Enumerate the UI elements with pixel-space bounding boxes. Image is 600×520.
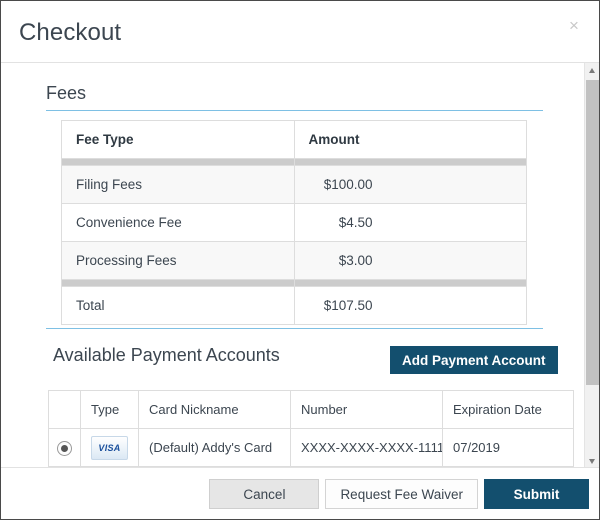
payment-col-select: [48, 390, 81, 429]
table-row: Convenience Fee $4.50: [61, 203, 527, 242]
fees-col-fee-type: Fee Type: [61, 120, 295, 159]
payment-table-header-row: Type Card Nickname Number Expiration Dat…: [48, 390, 574, 429]
fee-amount-value: $3.00: [338, 253, 373, 268]
fee-type-cell: Filing Fees: [61, 165, 295, 204]
table-row[interactable]: VISA (Default) Addy's Card XXXX-XXXX-XXX…: [48, 428, 574, 467]
dialog-body: Fees Fee Type Amount Filing Fees $100.00…: [1, 63, 599, 469]
dialog-footer: Cancel Request Fee Waiver Submit: [1, 467, 599, 519]
fees-total-separator: [61, 279, 527, 287]
fee-amount-value: $100.00: [323, 177, 373, 192]
fees-heading-rule: [46, 110, 543, 111]
total-amount-cell: $107.50: [293, 286, 527, 325]
vertical-scrollbar[interactable]: [584, 63, 599, 469]
fee-amount-cell: $3.00: [293, 241, 527, 280]
fees-col-amount: Amount: [293, 120, 527, 159]
fees-table-header-row: Fee Type Amount: [61, 120, 527, 159]
payment-col-number: Number: [290, 390, 443, 429]
submit-button[interactable]: Submit: [484, 479, 589, 509]
fees-total-row: Total $107.50: [61, 286, 527, 325]
fee-type-cell: Convenience Fee: [61, 203, 295, 242]
payment-nickname-cell: (Default) Addy's Card: [138, 428, 291, 467]
fee-amount-cell: $100.00: [293, 165, 527, 204]
fees-table: Fee Type Amount Filing Fees $100.00 Conv…: [61, 120, 527, 325]
payment-accounts-table: Type Card Nickname Number Expiration Dat…: [48, 390, 574, 467]
total-label-cell: Total: [61, 286, 295, 325]
payment-col-nickname: Card Nickname: [138, 390, 291, 429]
payment-accounts-heading: Available Payment Accounts: [53, 345, 280, 365]
scrollbar-thumb[interactable]: [586, 80, 599, 385]
table-row: Filing Fees $100.00: [61, 165, 527, 204]
payment-account-radio[interactable]: [57, 440, 72, 456]
scroll-up-arrow-icon[interactable]: [585, 63, 599, 78]
request-fee-waiver-button[interactable]: Request Fee Waiver: [325, 479, 478, 509]
fee-type-cell: Processing Fees: [61, 241, 295, 280]
payment-type-cell: VISA: [80, 428, 139, 467]
add-payment-account-button[interactable]: Add Payment Account: [390, 346, 558, 374]
cancel-button[interactable]: Cancel: [209, 479, 320, 509]
fees-heading: Fees: [46, 83, 87, 103]
table-row: Processing Fees $3.00: [61, 241, 527, 280]
payment-expiration-cell: 07/2019: [442, 428, 574, 467]
fees-header-separator: [61, 158, 527, 166]
dialog-header: Checkout ×: [1, 1, 599, 63]
visa-card-icon: VISA: [91, 435, 128, 460]
page-title: Checkout: [19, 19, 122, 46]
total-amount-value: $107.50: [323, 298, 373, 313]
fee-amount-value: $4.50: [338, 215, 373, 230]
payment-col-type: Type: [80, 390, 139, 429]
payment-select-cell[interactable]: [48, 428, 81, 467]
fee-amount-cell: $4.50: [293, 203, 527, 242]
payment-col-expiration: Expiration Date: [442, 390, 574, 429]
payment-number-cell: XXXX-XXXX-XXXX-1111: [290, 428, 443, 467]
footer-button-group: Cancel Request Fee Waiver Submit: [209, 479, 589, 509]
close-icon[interactable]: ×: [563, 15, 585, 37]
payment-section-rule: [46, 328, 543, 329]
fees-section-header: Fees: [46, 83, 543, 111]
checkout-dialog: Checkout × Fees Fee Type Amount Filing F…: [0, 0, 600, 520]
